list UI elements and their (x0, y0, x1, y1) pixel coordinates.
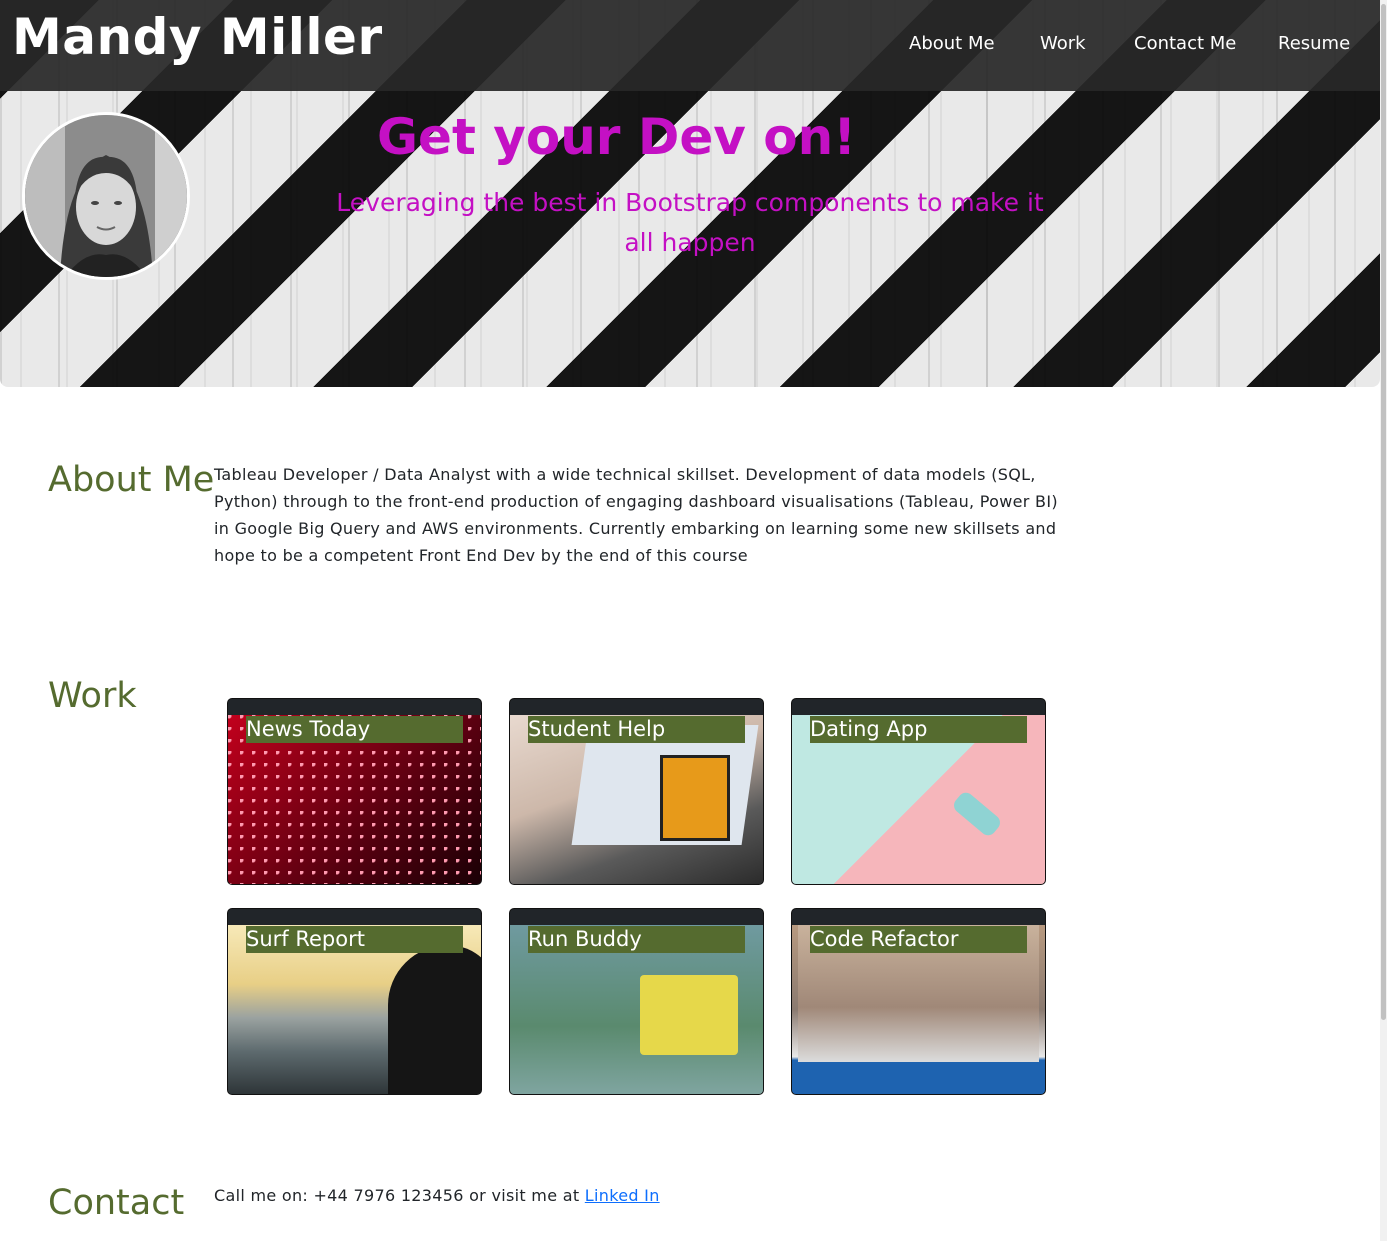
hero-title: Get your Dev on! (377, 108, 857, 166)
contact-line: Call me on: +44 7976 123456 or visit me … (214, 1186, 660, 1205)
project-card-surf-report[interactable]: Surf Report (227, 908, 482, 1095)
project-card-code-refactor[interactable]: Code Refactor (791, 908, 1046, 1095)
profile-photo (25, 115, 187, 277)
nav-work[interactable]: Work (1040, 33, 1086, 54)
about-heading: About Me (48, 460, 215, 500)
vertical-scrollbar[interactable] (1380, 0, 1387, 1241)
calculator-graphic (660, 755, 730, 841)
hero-subtitle: Leveraging the best in Bootstrap compone… (336, 188, 1044, 257)
profile-avatar (22, 112, 190, 280)
signup-form-graphic (640, 975, 738, 1055)
nav-about-me[interactable]: About Me (909, 33, 995, 54)
navbar: Mandy Miller About Me Work Contact Me Re… (0, 0, 1380, 91)
hero-banner: Mandy Miller About Me Work Contact Me Re… (0, 0, 1380, 387)
project-card-dating-app[interactable]: Dating App (791, 698, 1046, 885)
contact-heading: Contact (48, 1183, 185, 1223)
project-label: Surf Report (246, 926, 463, 953)
nav-resume[interactable]: Resume (1278, 33, 1350, 54)
project-label: News Today (246, 716, 463, 743)
project-label: Dating App (810, 716, 1027, 743)
nav-contact-me[interactable]: Contact Me (1134, 33, 1236, 54)
work-heading: Work (48, 676, 137, 716)
toy-car-graphic (950, 789, 1004, 839)
project-card-student-help[interactable]: Student Help (509, 698, 764, 885)
contact-text: Call me on: +44 7976 123456 or visit me … (214, 1186, 585, 1205)
silhouette-graphic (388, 945, 481, 1094)
project-label: Run Buddy (528, 926, 745, 953)
about-text: Tableau Developer / Data Analyst with a … (214, 465, 1058, 565)
brand-name[interactable]: Mandy Miller (12, 8, 383, 66)
project-label: Student Help (528, 716, 745, 743)
project-card-run-buddy[interactable]: Run Buddy (509, 908, 764, 1095)
project-card-news-today[interactable]: News Today (227, 698, 482, 885)
linkedin-link[interactable]: Linked In (585, 1186, 660, 1205)
scrollbar-thumb[interactable] (1381, 4, 1386, 1020)
project-label: Code Refactor (810, 926, 1027, 953)
